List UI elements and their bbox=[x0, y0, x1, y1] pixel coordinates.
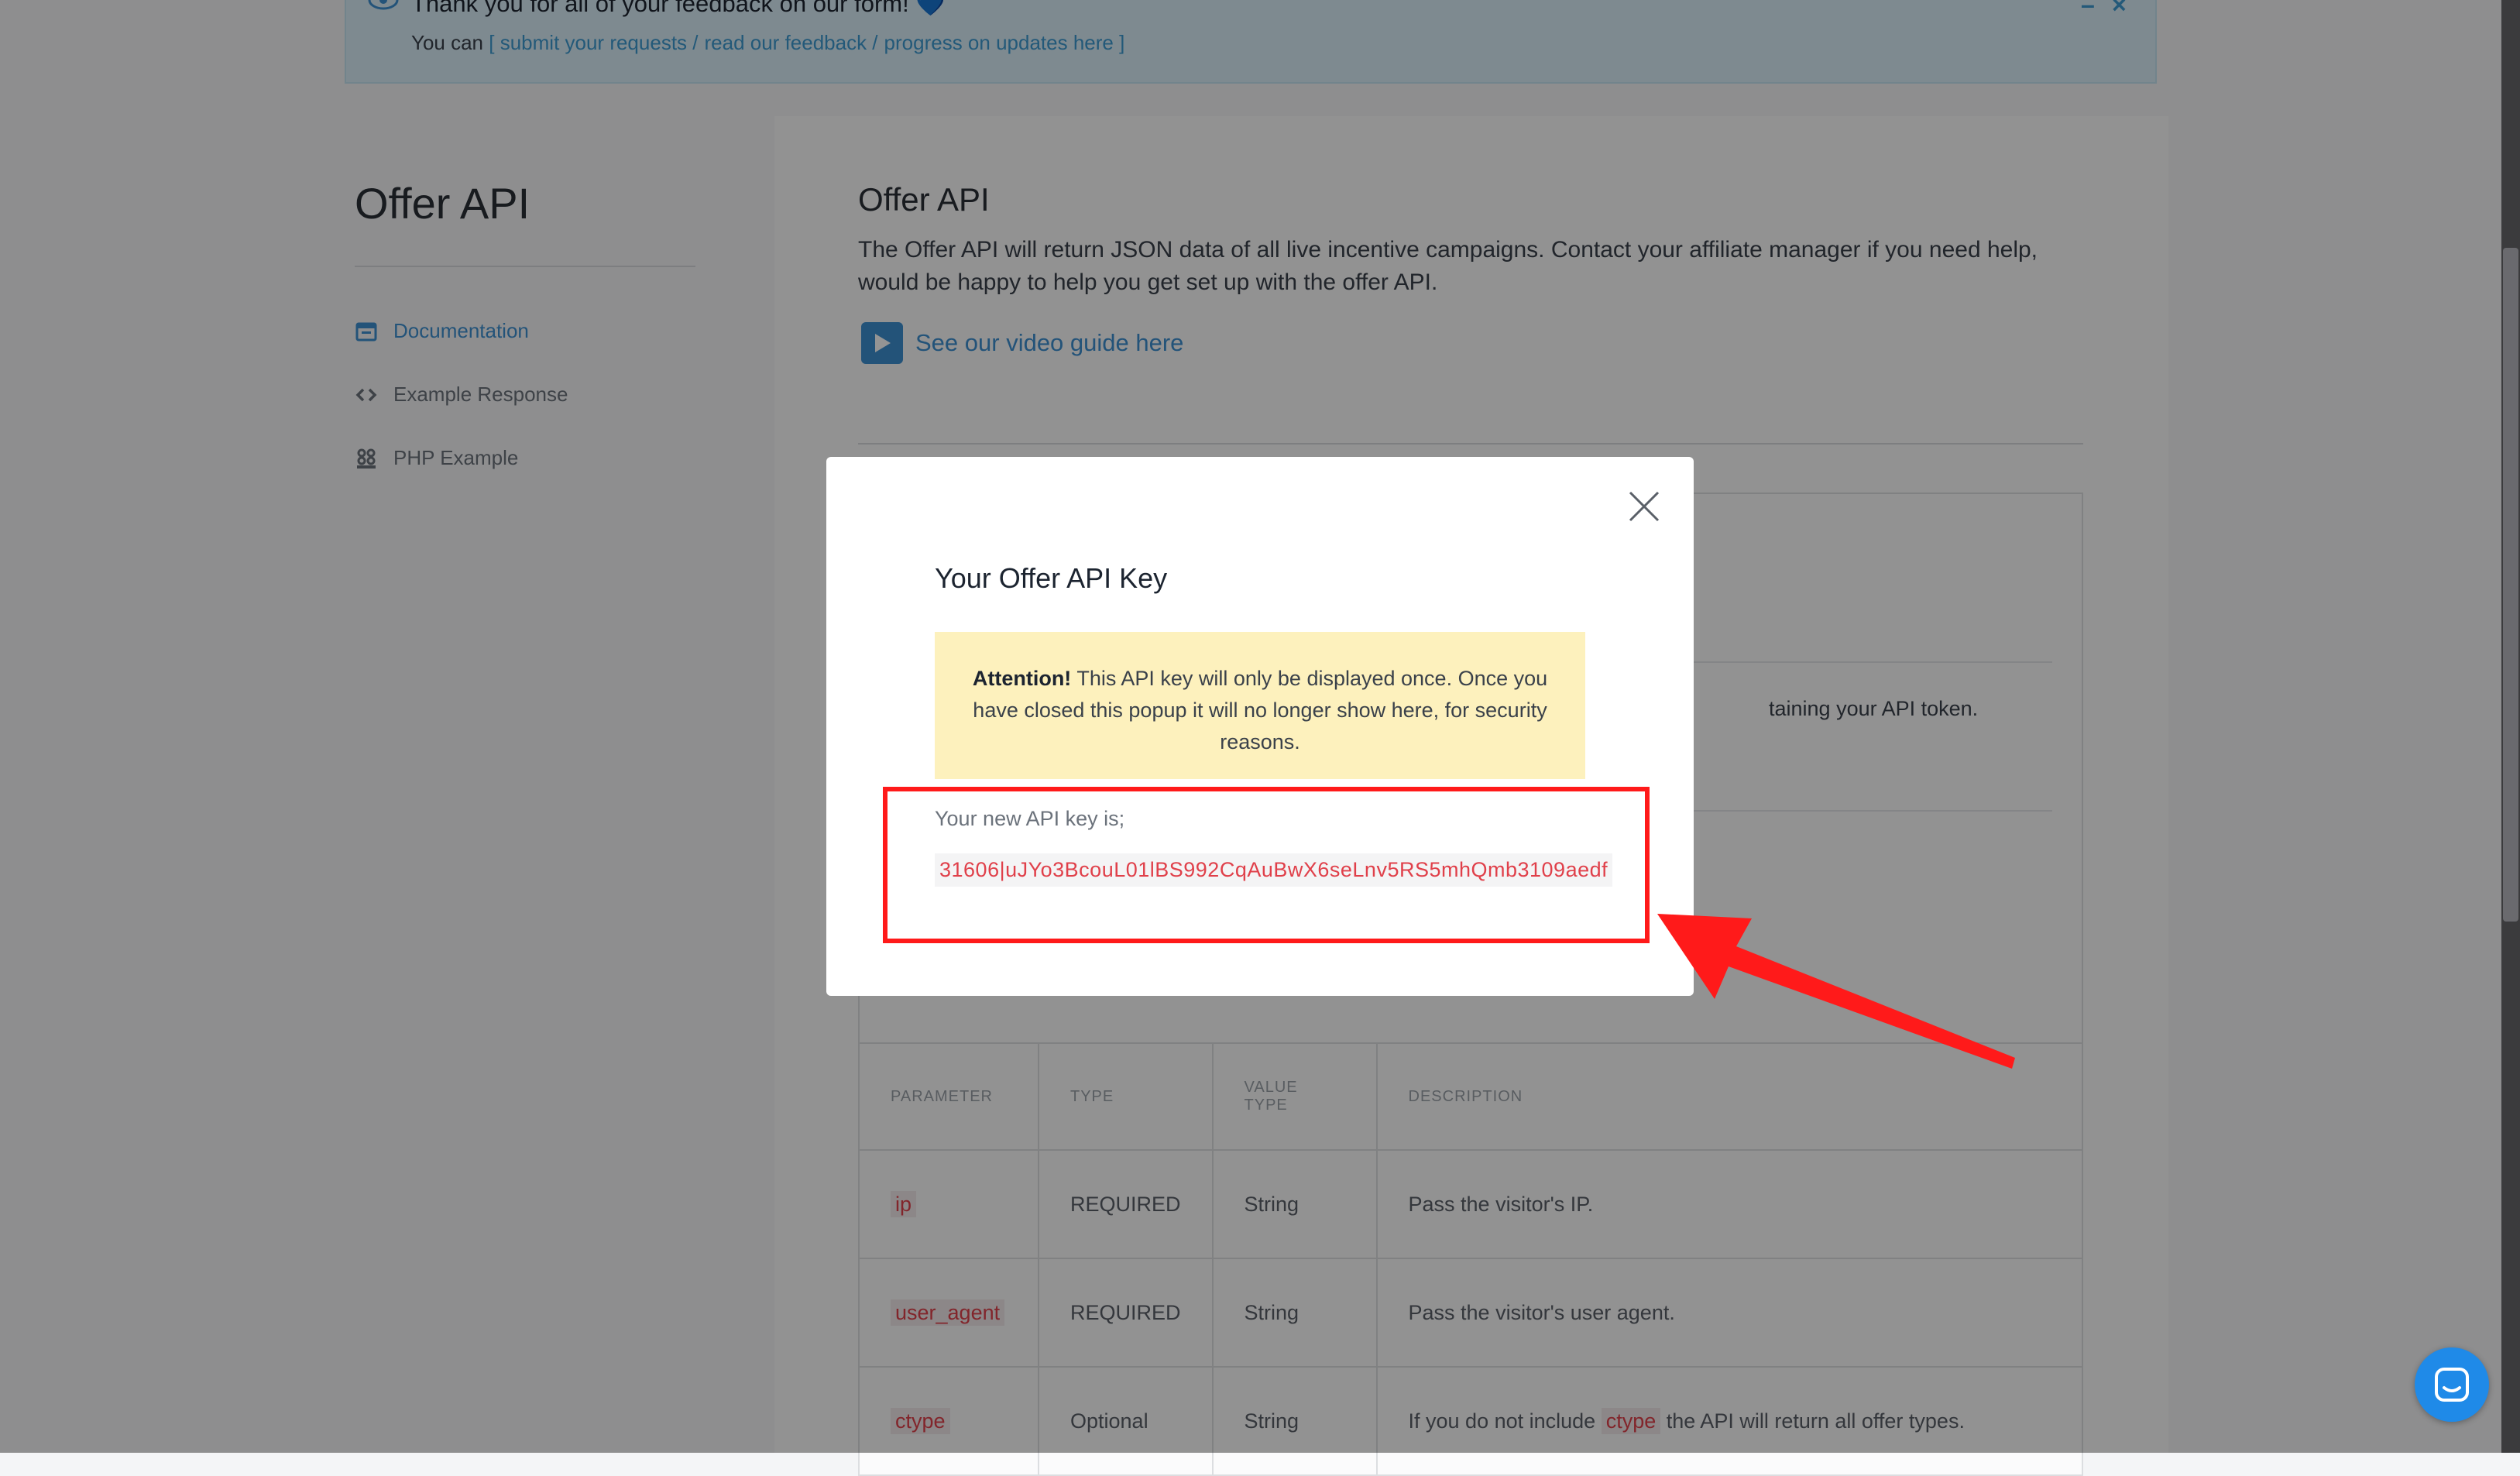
page-scrollbar[interactable] bbox=[2501, 0, 2520, 1453]
arrow-annotation bbox=[1657, 914, 2015, 1069]
page: Thank you for all of your feedback on ou… bbox=[0, 0, 2520, 1476]
scrollbar-thumb[interactable] bbox=[2503, 248, 2518, 922]
chat-icon bbox=[2435, 1368, 2469, 1402]
chat-launcher-button[interactable] bbox=[2415, 1347, 2489, 1422]
